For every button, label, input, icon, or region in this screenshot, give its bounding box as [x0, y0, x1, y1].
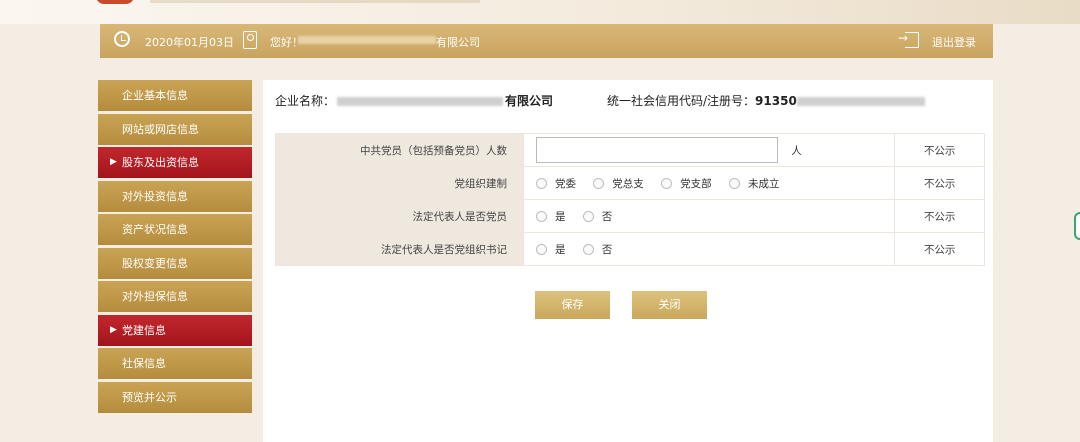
sidebar-item-assets-info[interactable]: 资产状况信息	[98, 214, 252, 245]
radio-label: 否	[601, 243, 613, 256]
logout-icon[interactable]	[898, 31, 919, 48]
unit-label: 人	[791, 144, 802, 157]
publicity-status: 不公示	[894, 232, 985, 266]
sidebar-item-preview-publish[interactable]: 预览并公示	[98, 381, 252, 413]
credit-code-prefix: 91350	[755, 94, 797, 108]
main-panel: 企业名称： 有限公司 统一社会信用代码/注册号：91350 中共党员（包括预备党员…	[263, 80, 993, 442]
publicity-status: 不公示	[894, 199, 985, 233]
radio-yes[interactable]	[535, 210, 547, 222]
party-info-form: 中共党员（包括预备党员）人数 人 不公示 党组织建制 党委 党总支 党支部 未成…	[275, 133, 985, 266]
user-icon	[243, 31, 257, 49]
publicity-status: 不公示	[894, 133, 985, 167]
field-value-cell: 是 否	[522, 232, 896, 266]
sidebar-item-label: 对外投资信息	[122, 189, 188, 203]
redacted-credit-code	[796, 97, 925, 106]
triangle-right-icon: ▶	[110, 324, 117, 335]
current-date: 2020年01月03日	[145, 36, 234, 49]
field-value-cell: 是 否	[522, 199, 896, 233]
radio-label: 党支部	[680, 177, 712, 190]
close-button[interactable]: 关闭	[632, 291, 707, 319]
radio-not-established[interactable]	[728, 177, 740, 189]
sidebar-item-label: 股权变更信息	[122, 256, 188, 270]
radio-no[interactable]	[582, 243, 594, 255]
radio-no[interactable]	[582, 210, 594, 222]
sidebar-item-label: 股东及出资信息	[122, 156, 199, 169]
radio-party-general-branch[interactable]	[593, 177, 605, 189]
radio-party-committee[interactable]	[535, 177, 547, 189]
logout-link[interactable]: 退出登录	[932, 34, 976, 50]
top-banner	[0, 0, 1080, 24]
sidebar-item-guarantee-info[interactable]: 对外担保信息	[98, 281, 252, 312]
radio-label: 党总支	[612, 177, 644, 190]
radio-label: 是	[554, 210, 566, 223]
banner-subtitle	[150, 0, 480, 3]
form-row-rep-is-secretary: 法定代表人是否党组织书记 是 否 不公示	[275, 232, 985, 266]
company-name-suffix: 有限公司	[505, 94, 554, 108]
company-name-row: 企业名称： 有限公司	[275, 92, 553, 109]
radio-party-branch[interactable]	[661, 177, 673, 189]
sidebar-item-label: 资产状况信息	[122, 223, 188, 236]
triangle-right-icon: ▶	[110, 157, 117, 167]
sidebar-item-basic-info[interactable]: 企业基本信息	[98, 80, 252, 111]
field-label: 法定代表人是否党组织书记	[275, 232, 524, 266]
sidebar-item-label: 网站或网店信息	[122, 122, 199, 136]
clock-icon	[114, 31, 130, 47]
radio-yes[interactable]	[535, 243, 547, 255]
field-label: 法定代表人是否党员	[275, 199, 524, 233]
credit-code-row: 统一社会信用代码/注册号：91350	[607, 92, 925, 109]
form-row-rep-is-member: 法定代表人是否党员 是 否 不公示	[275, 199, 985, 233]
field-value-cell: 人	[522, 133, 896, 167]
company-name-label: 企业名称：	[275, 94, 336, 108]
sidebar-item-label: 对外担保信息	[122, 290, 188, 303]
emblem-logo	[96, 0, 134, 4]
sidebar-item-label: 企业基本信息	[122, 89, 188, 102]
sidebar-item-label: 社保信息	[122, 357, 166, 370]
sidebar-nav: 企业基本信息 网站或网店信息 ▶ 股东及出资信息 对外投资信息 资产状况信息 股权…	[98, 80, 252, 415]
sidebar-item-website-info[interactable]: 网站或网店信息	[98, 113, 252, 145]
sidebar-item-party-building[interactable]: ▶ 党建信息	[98, 314, 252, 346]
sidebar-item-shareholder-info[interactable]: ▶ 股东及出资信息	[98, 147, 252, 178]
radio-label: 是	[554, 243, 566, 256]
sidebar-item-investment-info[interactable]: 对外投资信息	[98, 180, 252, 212]
sidebar-item-label: 预览并公示	[122, 390, 177, 404]
sidebar-item-label: 党建信息	[122, 323, 166, 337]
party-member-count-input[interactable]	[535, 137, 778, 163]
radio-label: 党委	[554, 177, 576, 190]
sidebar-item-social-security[interactable]: 社保信息	[98, 348, 252, 379]
save-button[interactable]: 保存	[535, 291, 610, 319]
form-row-org-structure: 党组织建制 党委 党总支 党支部 未成立 不公示	[275, 166, 985, 200]
form-row-member-count: 中共党员（包括预备党员）人数 人 不公示	[275, 133, 985, 167]
side-widget-tab[interactable]	[1074, 212, 1080, 240]
company-suffix: 有限公司	[436, 36, 480, 49]
sidebar-item-equity-change[interactable]: 股权变更信息	[98, 247, 252, 279]
radio-label: 未成立	[747, 177, 780, 190]
field-value-cell: 党委 党总支 党支部 未成立	[522, 166, 896, 200]
publicity-status: 不公示	[894, 166, 985, 200]
redacted-company-name	[298, 36, 436, 44]
redacted-company-name	[337, 97, 504, 106]
field-label: 中共党员（包括预备党员）人数	[275, 133, 524, 167]
radio-label: 否	[601, 210, 613, 223]
info-bar: 2020年01月03日 您好！ 有限公司 退出登录	[100, 24, 993, 58]
field-label: 党组织建制	[275, 166, 524, 200]
credit-code-label: 统一社会信用代码/注册号：	[607, 94, 756, 108]
